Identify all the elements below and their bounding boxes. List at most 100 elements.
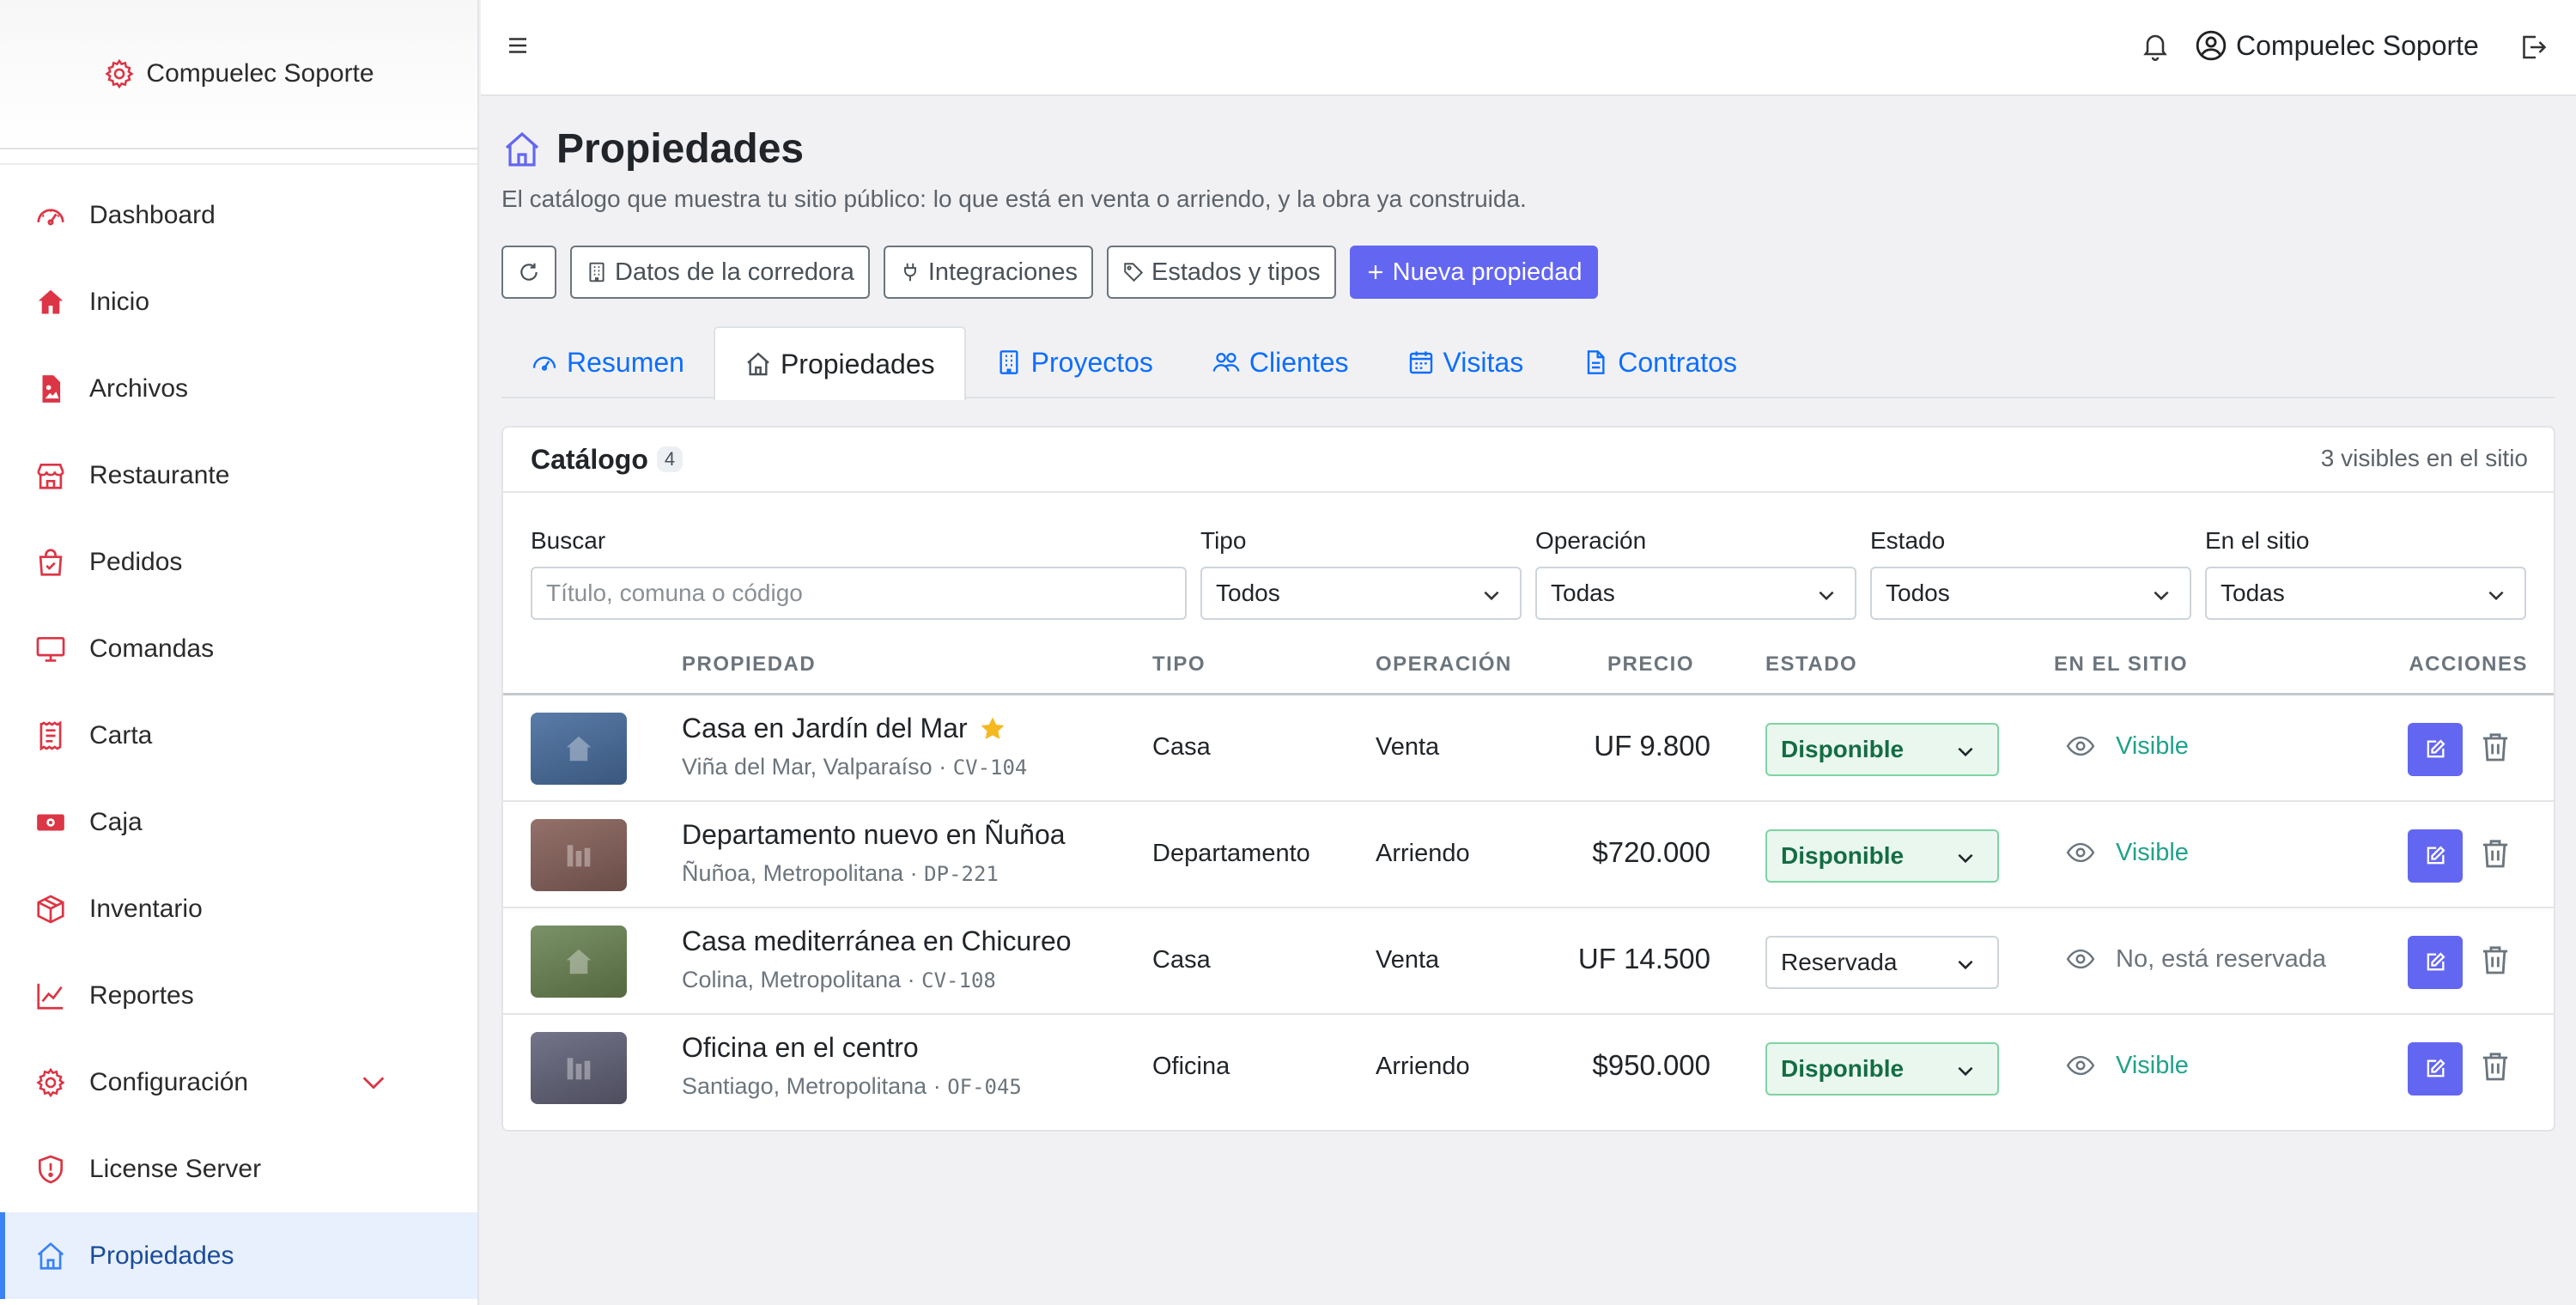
sitio-select[interactable]: Todas (2205, 567, 2526, 620)
visibility-status[interactable]: Visible (2066, 838, 2189, 867)
filters: Buscar Tipo Todos Operación Todas Estado… (503, 493, 2554, 632)
column-header[interactable]: TIPO (1152, 652, 1206, 677)
table-row[interactable]: Departamento nuevo en Ñuñoa Ñuñoa, Metro… (503, 802, 2554, 908)
chevron-down-icon (2154, 591, 2169, 601)
table-row[interactable]: Oficina en el centro Santiago, Metropoli… (503, 1015, 2554, 1121)
property-code: OF-045 (947, 1075, 1022, 1099)
estado-select[interactable]: Reservada (1765, 936, 1999, 989)
refresh-button[interactable] (501, 246, 556, 299)
column-header[interactable]: PRECIO (1607, 652, 1694, 677)
edit-icon (2427, 1059, 2445, 1077)
sidebar-item-archivos[interactable]: Archivos (0, 345, 477, 432)
select-value: Disponible (1781, 1055, 1905, 1082)
property-title[interactable]: Casa en Jardín del Mar (682, 713, 1007, 744)
tab-label: Clientes (1249, 346, 1349, 378)
trash-icon[interactable] (2478, 836, 2512, 871)
select-value: Todos (1886, 580, 1950, 606)
chevron-down-icon (1958, 960, 1973, 970)
estados-tipos-button[interactable]: Estados y tipos (1107, 246, 1336, 299)
sidebar-item-label: Restaurante (89, 460, 230, 489)
property-tipo: Casa (1152, 733, 1211, 761)
property-tipo: Casa (1152, 946, 1211, 974)
estado-select[interactable]: Todos (1870, 567, 2191, 620)
house-icon (747, 352, 769, 376)
sidebar-item-label: License Server (89, 1154, 262, 1183)
estado-select[interactable]: Disponible (1765, 1042, 1999, 1096)
tab-proyectos[interactable]: Proyectos (966, 326, 1182, 398)
shield-icon (38, 1155, 64, 1183)
sidebar-item-propiedades[interactable]: Propiedades (0, 1212, 477, 1299)
property-title[interactable]: Casa mediterránea en Chicureo (682, 926, 1072, 957)
nueva-propiedad-button[interactable]: Nueva propiedad (1349, 246, 1598, 299)
property-thumbnail[interactable] (531, 819, 627, 891)
toolbar: Datos de la corredora Integraciones Esta… (501, 246, 1598, 299)
tipo-select[interactable]: Todos (1200, 567, 1522, 620)
estado-label: Estado (1870, 527, 1946, 554)
chevron-down-icon[interactable] (359, 1068, 388, 1097)
sidebar-item-comandas[interactable]: Comandas (0, 605, 477, 692)
topbar: Compuelec Soporte (481, 0, 2576, 96)
estado-select[interactable]: Disponible (1765, 829, 1999, 883)
sidebar-item-reportes[interactable]: Reportes (0, 952, 477, 1039)
sidebar-item-carta[interactable]: Carta (0, 692, 477, 779)
property-code: DP-221 (924, 862, 999, 886)
property-operacion: Arriendo (1376, 1053, 1470, 1080)
tab-visitas[interactable]: Visitas (1378, 326, 1553, 398)
sidebar-item-dashboard[interactable]: Dashboard (0, 172, 477, 258)
select-value: Todos (1216, 580, 1280, 606)
user-menu[interactable]: Compuelec Soporte (2195, 29, 2479, 62)
sidebar-item-restaurante[interactable]: Restaurante (0, 432, 477, 519)
visibility-status[interactable]: Visible (2066, 1051, 2189, 1080)
chevron-down-icon (1958, 853, 1973, 864)
tab-propiedades[interactable]: Propiedades (713, 326, 966, 400)
edit-button[interactable] (2408, 723, 2463, 776)
column-header[interactable]: EN EL SITIO (2054, 652, 2188, 677)
column-header: ACCIONES (2409, 652, 2528, 676)
gear-icon (105, 58, 135, 89)
table-row[interactable]: Casa en Jardín del Mar Viña del Mar, Val… (503, 695, 2554, 802)
trash-icon[interactable] (2478, 730, 2512, 764)
search-input[interactable] (531, 567, 1187, 620)
sidebar-item-license-server[interactable]: License Server (0, 1126, 477, 1212)
datos-corredora-button[interactable]: Datos de la corredora (570, 246, 870, 299)
trash-icon[interactable] (2478, 943, 2512, 977)
edit-icon (2427, 739, 2445, 758)
operacion-select[interactable]: Todas (1535, 567, 1856, 620)
property-thumbnail[interactable] (531, 1032, 627, 1104)
sidebar-item-label: Configuración (89, 1067, 249, 1096)
property-title[interactable]: Oficina en el centro (682, 1032, 919, 1064)
property-title[interactable]: Departamento nuevo en Ñuñoa (682, 819, 1066, 851)
operacion-label: Operación (1535, 527, 1647, 554)
table-row[interactable]: Casa mediterránea en Chicureo Colina, Me… (503, 908, 2554, 1015)
tab-contratos[interactable]: Contratos (1552, 326, 1766, 398)
edit-button[interactable] (2408, 936, 2463, 989)
sitio-label: En el sitio (2205, 527, 2310, 554)
integraciones-button[interactable]: Integraciones (883, 246, 1093, 299)
tab-resumen[interactable]: Resumen (501, 326, 714, 398)
sidebar-item-inventario[interactable]: Inventario (0, 865, 477, 952)
sidebar-item-label: Inicio (89, 287, 150, 316)
column-header[interactable]: OPERACIÓN (1376, 652, 1512, 677)
sidebar-item-configuracion[interactable]: Configuración (0, 1039, 477, 1126)
bell-icon[interactable] (2140, 31, 2171, 62)
property-thumbnail[interactable] (531, 926, 627, 998)
sidebar-brand[interactable]: Compuelec Soporte (0, 0, 477, 149)
column-header[interactable]: ESTADO (1765, 652, 1857, 677)
chevron-down-icon (1958, 747, 1973, 757)
estado-select[interactable]: Disponible (1765, 723, 1999, 776)
edit-button[interactable] (2408, 1042, 2463, 1096)
sidebar-item-inicio[interactable]: Inicio (0, 258, 477, 345)
column-header[interactable]: PROPIEDAD (682, 652, 816, 677)
visibility-status[interactable]: No, está reservada (2066, 944, 2326, 974)
property-thumbnail[interactable] (531, 713, 627, 785)
tab-clientes[interactable]: Clientes (1182, 326, 1378, 398)
sidebar-item-pedidos[interactable]: Pedidos (0, 519, 477, 605)
edit-button[interactable] (2408, 829, 2463, 883)
logout-icon[interactable] (2518, 32, 2549, 63)
visibility-text: Visible (2116, 731, 2189, 760)
trash-icon[interactable] (2478, 1049, 2512, 1083)
visibility-status[interactable]: Visible (2066, 731, 2189, 761)
menu-icon[interactable] (505, 33, 531, 58)
bag-check-icon (39, 548, 63, 576)
sidebar-item-caja[interactable]: Caja (0, 779, 477, 865)
